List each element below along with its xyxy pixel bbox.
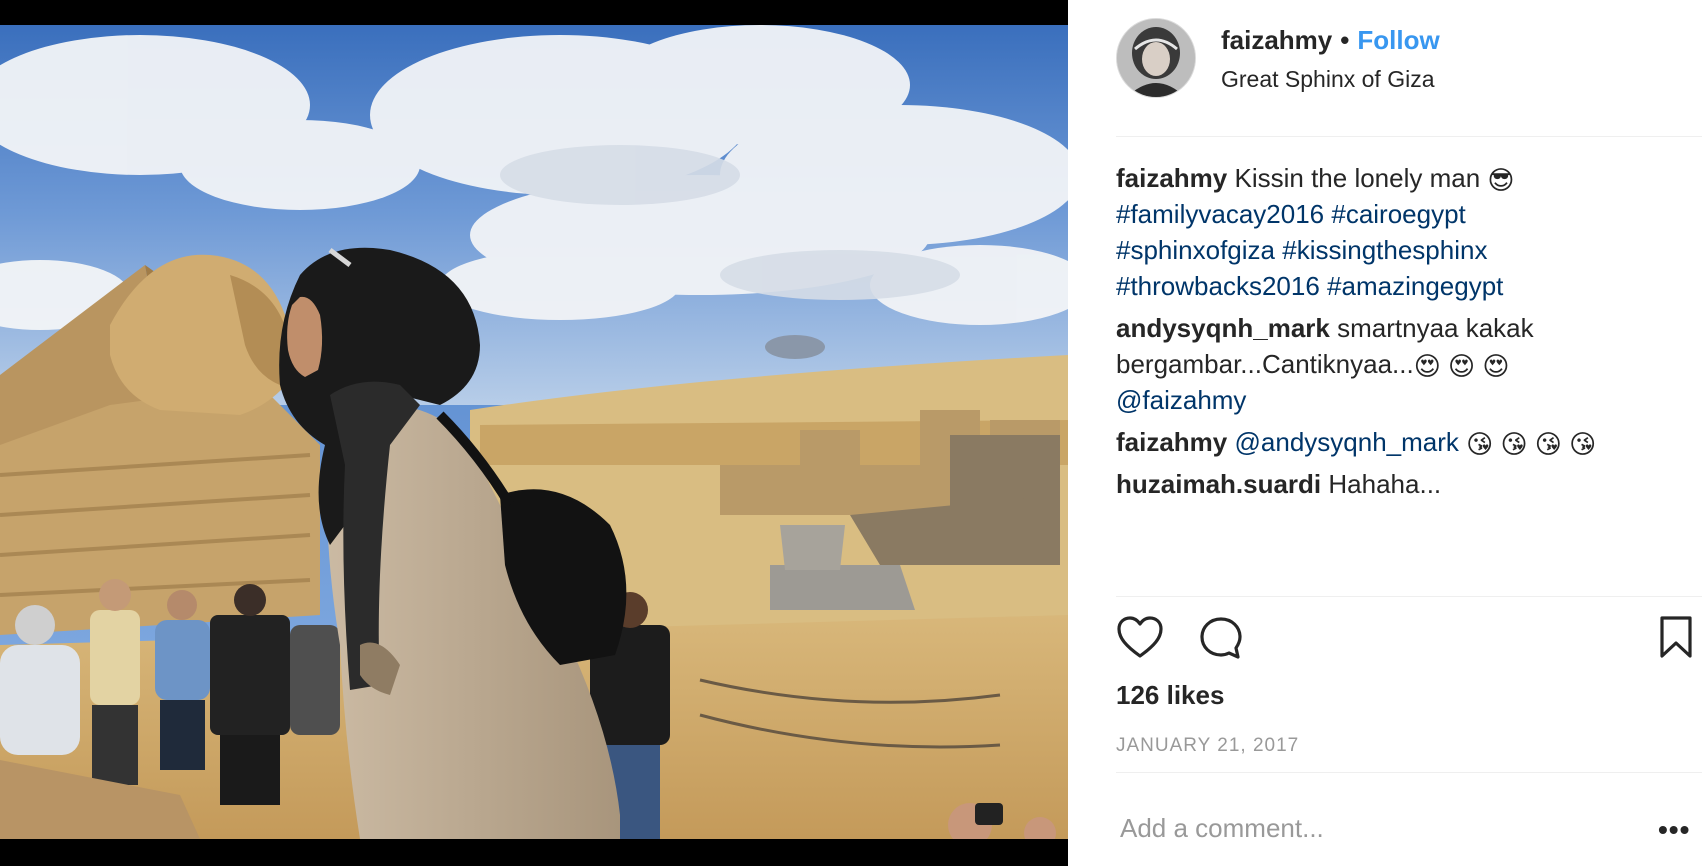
separator-dot: • — [1340, 25, 1350, 55]
emoji-sunglasses: 😎 — [1487, 165, 1515, 196]
comment-box-divider — [1116, 772, 1702, 773]
action-bar — [1116, 615, 1696, 665]
mention-link[interactable]: @andysyqnh_mark — [1235, 427, 1459, 457]
comment-item: huzaimah.suardi Hahaha... — [1116, 466, 1696, 502]
hashtag-link[interactable]: #kissingthesphinx — [1282, 235, 1487, 265]
ellipsis-icon[interactable]: ••• — [1658, 814, 1690, 846]
comment-username[interactable]: faizahmy — [1116, 163, 1227, 193]
actions-divider — [1116, 596, 1702, 597]
author-row: faizahmy • Follow — [1221, 24, 1440, 56]
author-username[interactable]: faizahmy — [1221, 25, 1332, 55]
avatar-image — [1117, 19, 1195, 97]
location-link[interactable]: Great Sphinx of Giza — [1221, 64, 1435, 94]
comment-item: andysyqnh_mark smartnyaa kakak bergambar… — [1116, 310, 1696, 418]
comment-item: faizahmy @andysyqnh_mark 😘 😘 😘 😘 — [1116, 424, 1696, 460]
comment-username[interactable]: andysyqnh_mark — [1116, 313, 1330, 343]
post-photo-illustration — [0, 25, 1068, 839]
comment-text: Kissin the lonely man — [1234, 163, 1481, 193]
header-divider — [1116, 136, 1702, 137]
hashtag-link[interactable]: #familyvacay2016 — [1116, 199, 1324, 229]
avatar[interactable] — [1116, 18, 1196, 98]
hashtag-link[interactable]: #cairoegypt — [1331, 199, 1465, 229]
comment-username[interactable]: huzaimah.suardi — [1116, 469, 1321, 499]
post-header: faizahmy • Follow Great Sphinx of Giza — [1116, 18, 1676, 108]
comment-caption: faizahmy Kissin the lonely man 😎 #family… — [1116, 160, 1696, 304]
likes-count[interactable]: 126 likes — [1116, 680, 1224, 711]
speech-bubble-icon[interactable] — [1198, 615, 1244, 666]
comments-list: faizahmy Kissin the lonely man 😎 #family… — [1116, 160, 1696, 508]
photo-panel — [0, 0, 1068, 866]
post-date: January 21, 2017 — [1116, 735, 1300, 756]
bookmark-icon[interactable] — [1658, 615, 1694, 664]
emoji-kiss: 😘 😘 😘 😘 — [1466, 429, 1597, 460]
mention-link[interactable]: @faizahmy — [1116, 385, 1246, 415]
add-comment-input[interactable] — [1120, 808, 1620, 848]
comment-username[interactable]: faizahmy — [1116, 427, 1227, 457]
emoji-heart-eyes: 😍 😍 😍 — [1413, 351, 1510, 382]
hashtag-link[interactable]: #amazingegypt — [1327, 271, 1503, 301]
post-side-panel: faizahmy • Follow Great Sphinx of Giza fai… — [1068, 0, 1702, 866]
hashtag-link[interactable]: #throwbacks2016 — [1116, 271, 1320, 301]
follow-button[interactable]: Follow — [1357, 25, 1439, 55]
post-photo[interactable] — [0, 25, 1068, 839]
heart-icon[interactable] — [1116, 615, 1164, 664]
hashtag-link[interactable]: #sphinxofgiza — [1116, 235, 1275, 265]
comment-text: Hahaha... — [1328, 469, 1442, 499]
